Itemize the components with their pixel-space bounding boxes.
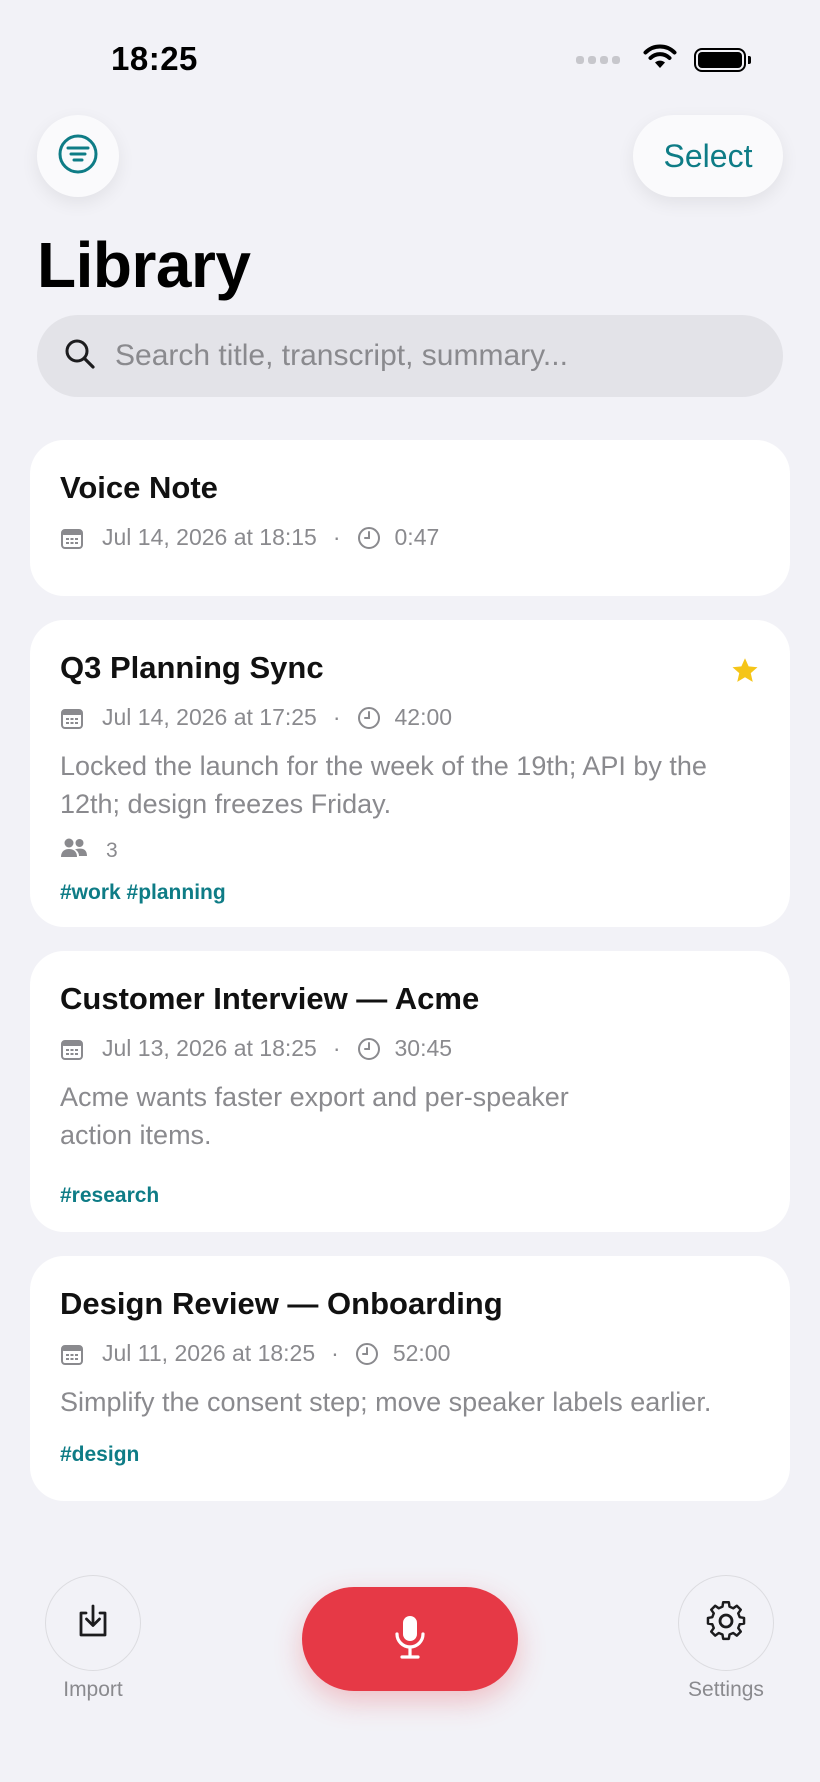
recording-date: Jul 14, 2026 at 18:15 <box>102 524 317 550</box>
microphone-icon <box>390 1613 430 1666</box>
recording-tags[interactable]: #design <box>60 1443 760 1467</box>
recording-card[interactable]: Customer Interview — Acme Jul 13, 2026 a… <box>30 951 790 1232</box>
filter-icon <box>57 133 99 180</box>
recording-duration: 30:45 <box>394 1035 453 1061</box>
recording-summary: Simplify the consent step; move speaker … <box>60 1387 712 1417</box>
import-icon <box>73 1601 113 1646</box>
recording-meta: Jul 13, 2026 at 18:25 · 30:45 <box>60 1035 760 1062</box>
recording-card[interactable]: Voice Note Jul 14, 2026 at 18:15 · 0:47 <box>30 440 790 596</box>
clock-icon <box>357 706 381 730</box>
page-title: Library <box>37 229 251 301</box>
recording-duration: 42:00 <box>394 704 453 730</box>
recording-card[interactable]: Design Review — Onboarding Jul 11, 2026 … <box>30 1256 790 1501</box>
clock-icon <box>357 1037 381 1061</box>
record-button[interactable] <box>302 1587 518 1691</box>
recording-meta: Jul 11, 2026 at 18:25 · 52:00 <box>60 1340 760 1367</box>
participant-count: 3 <box>106 839 118 862</box>
recording-date: Jul 13, 2026 at 18:25 <box>102 1035 317 1061</box>
recording-title: Customer Interview — Acme <box>60 981 480 1016</box>
recording-tags[interactable]: #research <box>60 1184 760 1208</box>
recording-meta: Jul 14, 2026 at 17:25 · 42:00 <box>60 704 760 731</box>
calendar-icon <box>60 706 84 730</box>
wifi-icon <box>642 44 678 75</box>
search-input[interactable] <box>115 339 735 373</box>
battery-icon <box>694 47 751 72</box>
meta-separator: · <box>332 704 341 730</box>
import-label: Import <box>63 1678 123 1701</box>
recording-summary: Locked the launch for the week of the 19… <box>60 751 707 819</box>
participants-row: 3 <box>60 837 760 865</box>
recording-date: Jul 11, 2026 at 18:25 <box>102 1340 316 1366</box>
calendar-icon <box>60 526 84 550</box>
settings-button[interactable] <box>678 1575 774 1671</box>
settings-label: Settings <box>688 1678 764 1701</box>
meta-separator: · <box>332 524 341 550</box>
calendar-icon <box>60 1037 84 1061</box>
people-icon <box>60 837 88 865</box>
recording-summary: Acme wants faster export and per-speaker… <box>60 1082 569 1150</box>
recording-title: Voice Note <box>60 470 218 505</box>
import-button[interactable] <box>45 1575 141 1671</box>
star-icon[interactable] <box>730 656 760 691</box>
meta-separator: · <box>331 1340 339 1366</box>
meta-separator: · <box>332 1035 341 1061</box>
recording-card[interactable]: Q3 Planning Sync Jul 14, 2026 at 17:25 ·… <box>30 620 790 927</box>
select-button[interactable]: Select <box>633 115 783 197</box>
clock-icon <box>355 1342 379 1366</box>
recording-tags[interactable]: #work #planning <box>60 881 760 905</box>
clock-icon <box>357 526 381 550</box>
calendar-icon <box>60 1342 84 1366</box>
recording-title: Design Review — Onboarding <box>60 1286 503 1321</box>
status-time: 18:25 <box>111 40 198 77</box>
search-bar[interactable] <box>37 315 783 397</box>
recording-date: Jul 14, 2026 at 17:25 <box>102 704 317 730</box>
filter-button[interactable] <box>37 115 119 197</box>
recording-title: Q3 Planning Sync <box>60 650 324 685</box>
recording-meta: Jul 14, 2026 at 18:15 · 0:47 <box>60 524 760 551</box>
status-icons <box>576 44 751 75</box>
search-icon <box>63 337 97 376</box>
recording-duration: 0:47 <box>394 524 440 550</box>
recording-duration: 52:00 <box>392 1340 451 1366</box>
signal-icon <box>576 55 620 64</box>
gear-icon <box>705 1600 747 1647</box>
